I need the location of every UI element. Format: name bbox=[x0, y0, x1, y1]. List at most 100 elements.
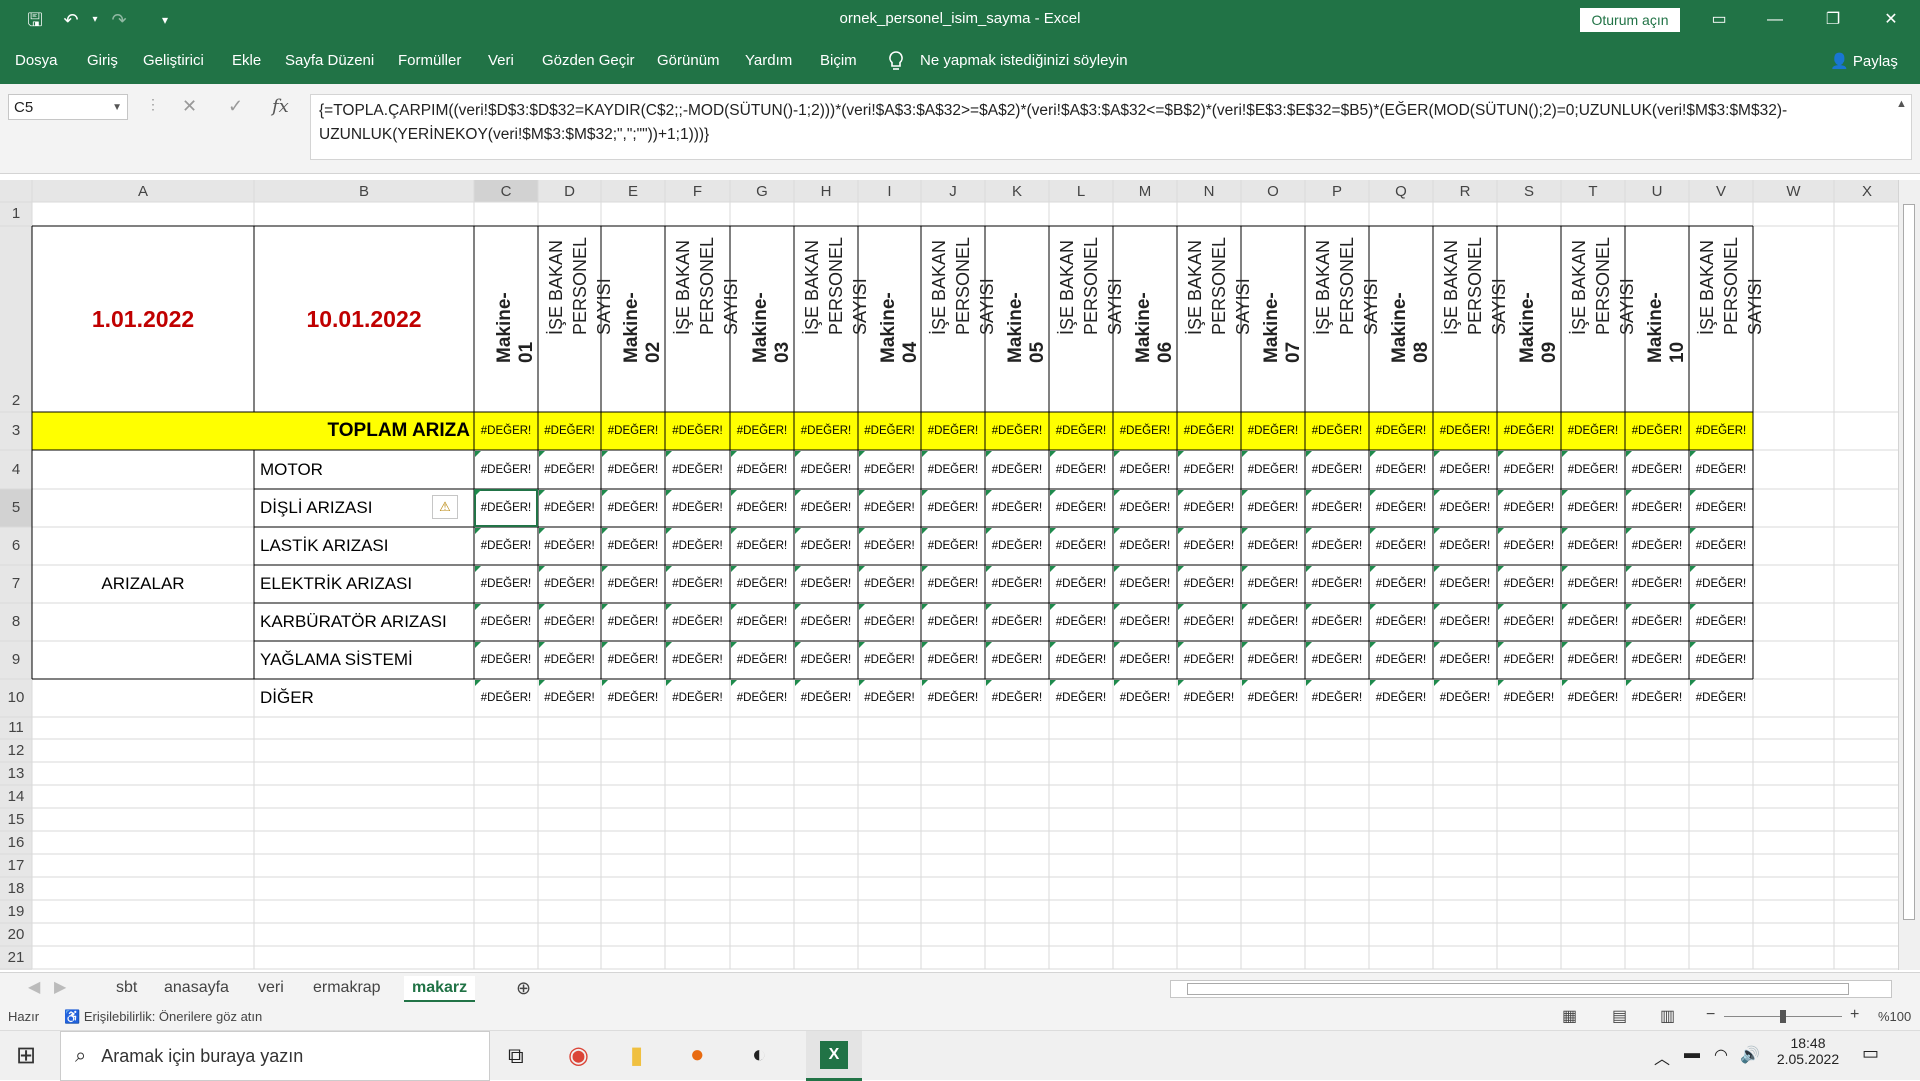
personnel-header-9[interactable]: İŞE BAKAN PERSONEL SAYISI bbox=[1567, 238, 1637, 407]
machine-header-9[interactable]: Makine-09 bbox=[1517, 292, 1560, 407]
column-header-x[interactable]: X bbox=[1834, 182, 1900, 202]
row-header-2[interactable]: 2 bbox=[0, 226, 32, 412]
value-cell[interactable]: #DEĞER! bbox=[1625, 527, 1689, 565]
value-cell[interactable]: #DEĞER! bbox=[665, 679, 730, 717]
machine-header-4[interactable]: Makine-04 bbox=[878, 292, 921, 407]
value-cell[interactable]: #DEĞER! bbox=[538, 565, 601, 603]
value-cell[interactable]: #DEĞER! bbox=[1113, 679, 1177, 717]
column-header-v[interactable]: V bbox=[1689, 182, 1753, 202]
column-header-e[interactable]: E bbox=[601, 182, 665, 202]
column-header-q[interactable]: Q bbox=[1369, 182, 1433, 202]
column-header-s[interactable]: S bbox=[1497, 182, 1561, 202]
value-cell[interactable]: #DEĞER! bbox=[1241, 489, 1305, 527]
value-cell[interactable]: #DEĞER! bbox=[474, 641, 538, 679]
value-cell[interactable]: #DEĞER! bbox=[985, 412, 1049, 450]
cancel-icon[interactable]: ✕ bbox=[182, 96, 197, 117]
value-cell[interactable]: #DEĞER! bbox=[474, 527, 538, 565]
value-cell[interactable]: #DEĞER! bbox=[730, 412, 794, 450]
value-cell[interactable]: #DEĞER! bbox=[794, 489, 858, 527]
fl-studio-icon[interactable]: ● bbox=[690, 1041, 705, 1069]
value-cell[interactable]: #DEĞER! bbox=[858, 450, 921, 489]
tab-sayfa-duzeni[interactable]: Sayfa Düzeni bbox=[285, 52, 374, 69]
value-cell[interactable]: #DEĞER! bbox=[1625, 565, 1689, 603]
start-date-cell[interactable]: 1.01.2022 bbox=[32, 226, 254, 412]
value-cell[interactable]: #DEĞER! bbox=[985, 450, 1049, 489]
value-cell[interactable]: #DEĞER! bbox=[1177, 412, 1241, 450]
value-cell[interactable]: #DEĞER! bbox=[730, 489, 794, 527]
personnel-header-4[interactable]: İŞE BAKAN PERSONEL SAYISI bbox=[927, 238, 997, 407]
value-cell[interactable]: #DEĞER! bbox=[601, 641, 665, 679]
tab-gelistirici[interactable]: Geliştirici bbox=[143, 52, 204, 69]
value-cell[interactable]: #DEĞER! bbox=[1561, 565, 1625, 603]
value-cell[interactable]: #DEĞER! bbox=[1497, 679, 1561, 717]
value-cell[interactable]: #DEĞER! bbox=[665, 641, 730, 679]
value-cell[interactable]: #DEĞER! bbox=[1689, 603, 1753, 641]
personnel-header-6[interactable]: İŞE BAKAN PERSONEL SAYISI bbox=[1183, 238, 1253, 407]
value-cell[interactable]: #DEĞER! bbox=[474, 679, 538, 717]
warning-icon[interactable]: ⚠ bbox=[432, 495, 458, 519]
column-header-k[interactable]: K bbox=[985, 182, 1049, 202]
row-header-18[interactable]: 18 bbox=[0, 877, 32, 900]
value-cell[interactable]: #DEĞER! bbox=[1241, 450, 1305, 489]
value-cell[interactable]: #DEĞER! bbox=[1305, 412, 1369, 450]
value-cell[interactable]: #DEĞER! bbox=[538, 450, 601, 489]
value-cell[interactable]: #DEĞER! bbox=[1305, 679, 1369, 717]
value-cell[interactable]: #DEĞER! bbox=[921, 641, 985, 679]
value-cell[interactable]: #DEĞER! bbox=[1497, 565, 1561, 603]
value-cell[interactable]: #DEĞER! bbox=[1369, 489, 1433, 527]
restore-icon[interactable]: ❐ bbox=[1810, 0, 1856, 40]
value-cell[interactable]: #DEĞER! bbox=[1049, 641, 1113, 679]
next-sheet-icon[interactable]: ▶ bbox=[46, 976, 74, 1000]
column-header-b[interactable]: B bbox=[254, 182, 474, 202]
value-cell[interactable]: #DEĞER! bbox=[1241, 641, 1305, 679]
value-cell[interactable]: #DEĞER! bbox=[1625, 679, 1689, 717]
task-view-icon[interactable]: ⧉ bbox=[508, 1043, 524, 1069]
column-header-c[interactable]: C bbox=[474, 182, 538, 202]
chevron-up-icon[interactable]: ︿ bbox=[1654, 1045, 1670, 1069]
value-cell[interactable]: #DEĞER! bbox=[601, 412, 665, 450]
value-cell[interactable]: #DEĞER! bbox=[474, 412, 538, 450]
value-cell[interactable]: #DEĞER! bbox=[1113, 527, 1177, 565]
fault-name-cell[interactable]: MOTOR bbox=[254, 450, 474, 489]
value-cell[interactable]: #DEĞER! bbox=[1625, 641, 1689, 679]
value-cell[interactable]: #DEĞER! bbox=[1049, 603, 1113, 641]
value-cell[interactable]: #DEĞER! bbox=[665, 412, 730, 450]
column-header-p[interactable]: P bbox=[1305, 182, 1369, 202]
column-header-r[interactable]: R bbox=[1433, 182, 1497, 202]
tab-ekle[interactable]: Ekle bbox=[232, 52, 261, 69]
value-cell[interactable]: #DEĞER! bbox=[538, 603, 601, 641]
taskbar-search[interactable]: ⌕ Aramak için buraya yazın bbox=[60, 1031, 490, 1081]
value-cell[interactable]: #DEĞER! bbox=[601, 603, 665, 641]
zoom-out-icon[interactable]: − bbox=[1706, 1006, 1715, 1024]
machine-header-10[interactable]: Makine-10 bbox=[1645, 292, 1688, 407]
accessibility-status[interactable]: ♿ Erişilebilirlik: Önerilere göz atın bbox=[64, 1009, 262, 1025]
value-cell[interactable]: #DEĞER! bbox=[538, 489, 601, 527]
column-header-a[interactable]: A bbox=[32, 182, 254, 202]
machine-header-7[interactable]: Makine-07 bbox=[1261, 292, 1304, 407]
value-cell[interactable]: #DEĞER! bbox=[1689, 679, 1753, 717]
value-cell[interactable]: #DEĞER! bbox=[474, 565, 538, 603]
row-header-3[interactable]: 3 bbox=[0, 412, 32, 450]
value-cell[interactable]: #DEĞER! bbox=[1497, 603, 1561, 641]
value-cell[interactable]: #DEĞER! bbox=[730, 603, 794, 641]
column-header-g[interactable]: G bbox=[730, 182, 794, 202]
value-cell[interactable]: #DEĞER! bbox=[858, 679, 921, 717]
machine-header-2[interactable]: Makine-02 bbox=[621, 292, 664, 407]
value-cell[interactable]: #DEĞER! bbox=[1177, 527, 1241, 565]
row-header-12[interactable]: 12 bbox=[0, 739, 32, 762]
value-cell[interactable]: #DEĞER! bbox=[1049, 565, 1113, 603]
value-cell[interactable]: #DEĞER! bbox=[1049, 489, 1113, 527]
fault-name-cell[interactable]: KARBÜRATÖR ARIZASI bbox=[254, 603, 474, 641]
fault-name-cell[interactable]: YAĞLAMA SİSTEMİ bbox=[254, 641, 474, 679]
zoom-thumb[interactable] bbox=[1780, 1010, 1786, 1023]
row-header-7[interactable]: 7 bbox=[0, 565, 32, 603]
sheet-tab-makarz[interactable]: makarz bbox=[404, 976, 476, 1003]
value-cell[interactable]: #DEĞER! bbox=[921, 450, 985, 489]
value-cell[interactable]: #DEĞER! bbox=[474, 603, 538, 641]
row-header-21[interactable]: 21 bbox=[0, 946, 32, 969]
zoom-in-icon[interactable]: + bbox=[1850, 1006, 1859, 1024]
page-layout-view-icon[interactable]: ▤ bbox=[1612, 1006, 1627, 1026]
value-cell[interactable]: #DEĞER! bbox=[1625, 450, 1689, 489]
value-cell[interactable]: #DEĞER! bbox=[1241, 565, 1305, 603]
value-cell[interactable]: #DEĞER! bbox=[538, 679, 601, 717]
